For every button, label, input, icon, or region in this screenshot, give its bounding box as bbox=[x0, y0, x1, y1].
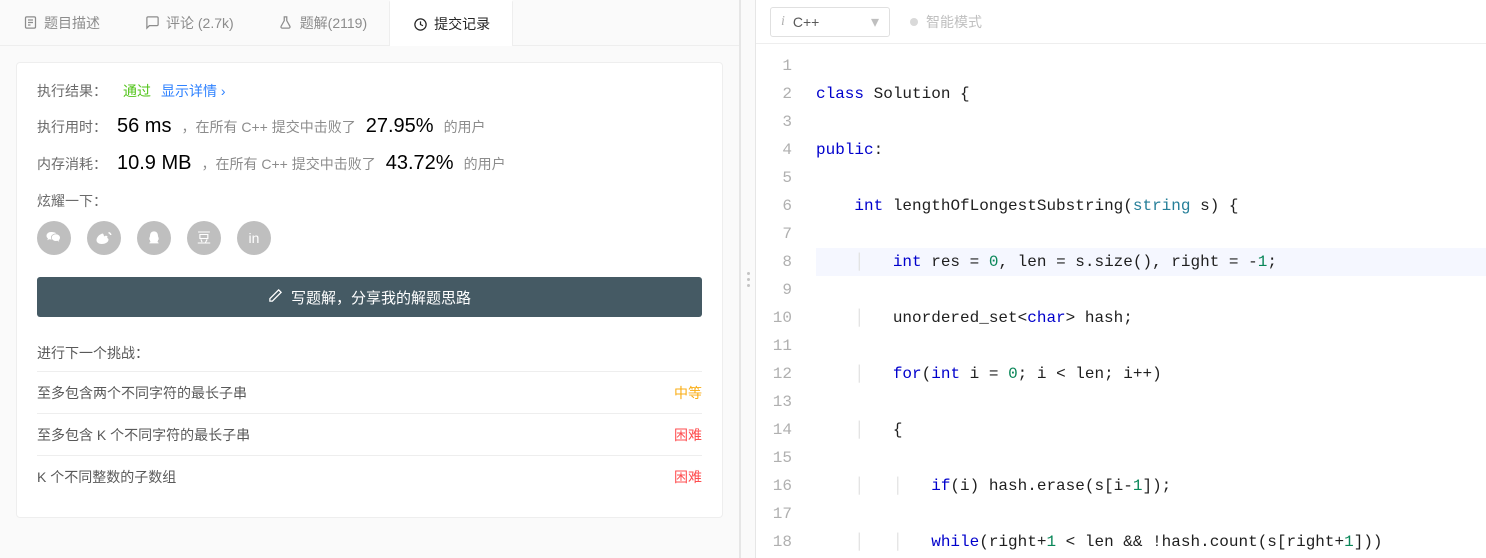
challenge-item[interactable]: 至多包含 K 个不同字符的最长子串 困难 bbox=[37, 413, 702, 455]
editor-panel: i C++ ▾ 智能模式 123456789 10111213141516171… bbox=[756, 0, 1486, 558]
pencil-icon bbox=[268, 288, 283, 307]
share-qq-icon[interactable] bbox=[137, 221, 171, 255]
share-douban-icon[interactable]: 豆 bbox=[187, 221, 221, 255]
challenge-title: K 个不同整数的子数组 bbox=[37, 467, 176, 487]
share-linkedin-icon[interactable]: in bbox=[237, 221, 271, 255]
history-icon bbox=[412, 16, 428, 32]
result-detail-link[interactable]: 显示详情 › bbox=[161, 81, 226, 101]
write-solution-label: 写题解，分享我的解题思路 bbox=[291, 287, 471, 308]
flask-icon bbox=[278, 15, 294, 31]
share-wechat-icon[interactable] bbox=[37, 221, 71, 255]
memory-value: 10.9 MB bbox=[117, 152, 191, 175]
smart-mode-label: 智能模式 bbox=[926, 12, 982, 32]
tab-comments-label: 评论 (2.7k) bbox=[166, 13, 234, 33]
challenge-level: 中等 bbox=[674, 383, 702, 403]
code-content[interactable]: class Solution { public: int lengthOfLon… bbox=[806, 44, 1486, 558]
comment-icon bbox=[144, 15, 160, 31]
result-card: 执行结果： 通过 显示详情 › 执行用时： 56 ms ，在所有 C++ 提交中… bbox=[16, 62, 723, 518]
runtime-percent: 27.95% bbox=[366, 115, 434, 138]
result-status: 通过 bbox=[123, 81, 151, 101]
resize-handle[interactable] bbox=[740, 0, 756, 558]
language-value: C++ bbox=[793, 14, 863, 30]
left-panel: 题目描述 评论 (2.7k) 题解(2119) 提交记录 bbox=[0, 0, 740, 558]
runtime-text-before: ，在所有 C++ 提交中击败了 bbox=[181, 117, 355, 137]
tab-submissions-label: 提交记录 bbox=[434, 14, 490, 34]
code-editor[interactable]: 123456789 101112131415161718 class Solut… bbox=[756, 44, 1486, 558]
smart-mode-toggle[interactable]: 智能模式 bbox=[910, 12, 982, 32]
runtime-value: 56 ms bbox=[117, 115, 171, 138]
dot-icon bbox=[910, 18, 918, 26]
tab-description-label: 题目描述 bbox=[44, 13, 100, 33]
editor-toolbar: i C++ ▾ 智能模式 bbox=[756, 0, 1486, 44]
tabs-bar: 题目描述 评论 (2.7k) 题解(2119) 提交记录 bbox=[0, 0, 739, 46]
challenge-title: 至多包含 K 个不同字符的最长子串 bbox=[37, 425, 250, 445]
tab-submissions[interactable]: 提交记录 bbox=[389, 0, 513, 46]
language-select[interactable]: i C++ ▾ bbox=[770, 7, 890, 37]
challenge-title: 至多包含两个不同字符的最长子串 bbox=[37, 383, 247, 403]
memory-percent: 43.72% bbox=[386, 152, 454, 175]
memory-text-after: 的用户 bbox=[464, 154, 506, 174]
line-numbers: 123456789 101112131415161718 bbox=[756, 44, 806, 558]
tab-solutions[interactable]: 题解(2119) bbox=[256, 0, 389, 45]
share-weibo-icon[interactable] bbox=[87, 221, 121, 255]
document-icon bbox=[22, 15, 38, 31]
write-solution-button[interactable]: 写题解，分享我的解题思路 bbox=[37, 277, 702, 317]
tab-description[interactable]: 题目描述 bbox=[0, 0, 122, 45]
result-label: 执行结果： bbox=[37, 81, 107, 101]
chevron-down-icon: ▾ bbox=[871, 12, 879, 32]
next-challenge-label: 进行下一个挑战： bbox=[37, 343, 702, 363]
share-label: 炫耀一下： bbox=[37, 191, 107, 211]
memory-text-before: ，在所有 C++ 提交中击败了 bbox=[201, 154, 375, 174]
tab-solutions-label: 题解(2119) bbox=[300, 13, 367, 33]
memory-label: 内存消耗： bbox=[37, 154, 107, 174]
info-icon: i bbox=[781, 14, 785, 30]
challenge-level: 困难 bbox=[674, 425, 702, 445]
challenge-item[interactable]: K 个不同整数的子数组 困难 bbox=[37, 455, 702, 497]
tab-comments[interactable]: 评论 (2.7k) bbox=[122, 0, 256, 45]
runtime-text-after: 的用户 bbox=[444, 117, 486, 137]
challenge-level: 困难 bbox=[674, 467, 702, 487]
challenge-item[interactable]: 至多包含两个不同字符的最长子串 中等 bbox=[37, 371, 702, 413]
runtime-label: 执行用时： bbox=[37, 117, 107, 137]
